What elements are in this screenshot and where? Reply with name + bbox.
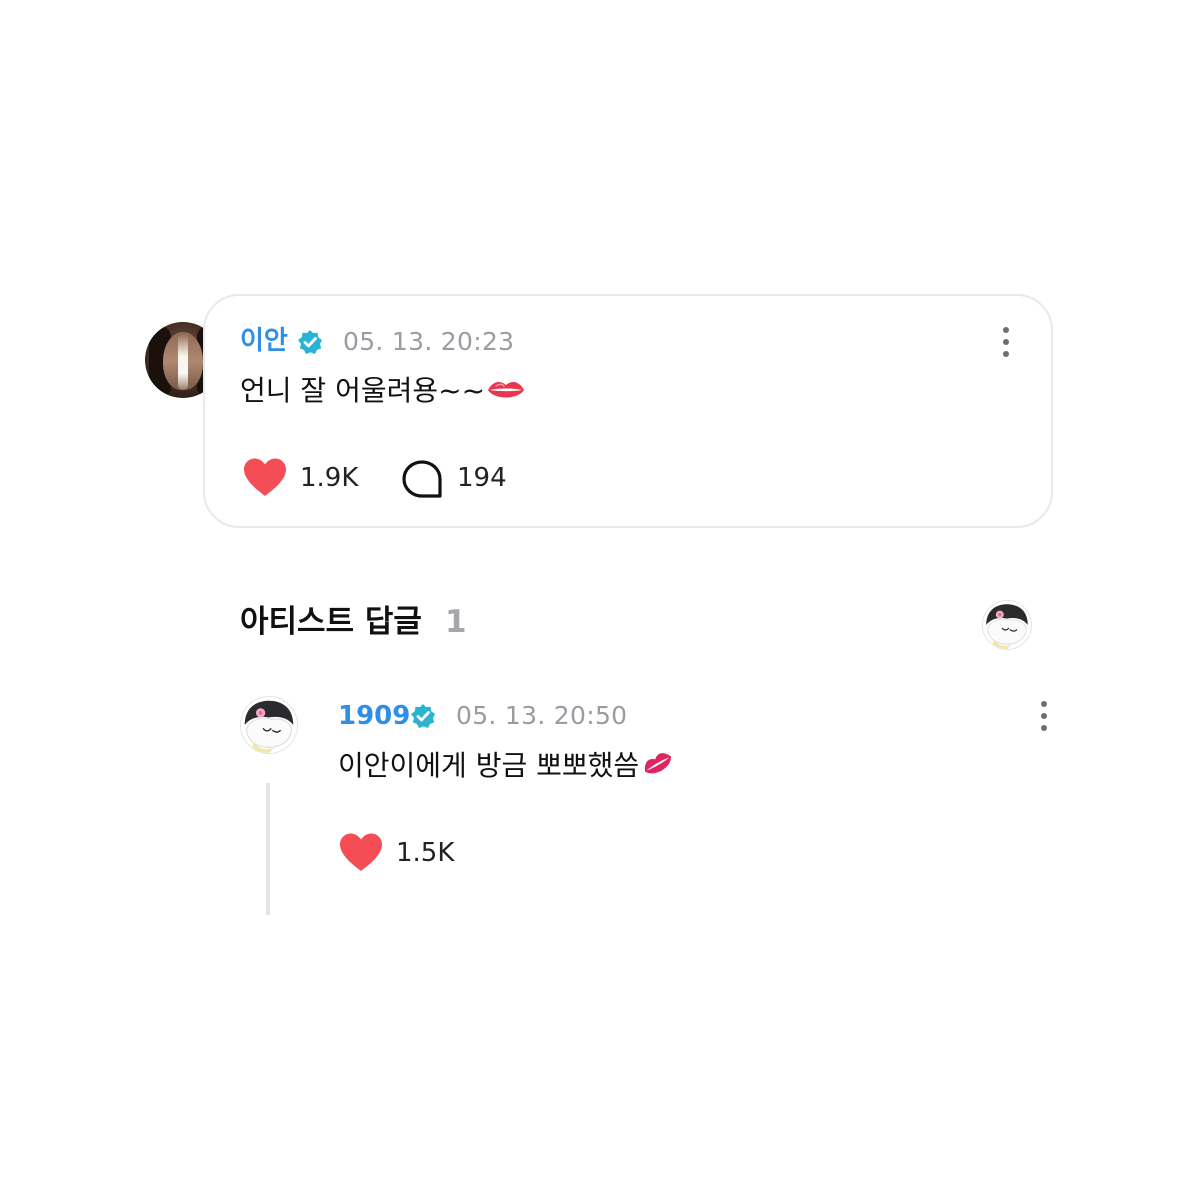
verified-badge-icon	[298, 330, 322, 354]
kiss-mark-emoji-icon	[645, 753, 672, 774]
comment-like-count: 1.9K	[300, 463, 359, 493]
kuromi-character-icon	[983, 601, 1031, 649]
reply-timestamp: 05. 13. 20:50	[456, 701, 628, 730]
kuromi-character-icon	[241, 697, 297, 753]
reply-thread-line	[266, 783, 270, 915]
reply-like-count: 1.5K	[396, 838, 455, 868]
reply-avatar[interactable]	[240, 696, 298, 754]
reply-username[interactable]: 1909	[338, 701, 410, 731]
artist-avatar-small[interactable]	[982, 600, 1032, 650]
comment-username[interactable]: 이안	[240, 326, 288, 356]
more-options-icon[interactable]	[1039, 701, 1049, 735]
verified-badge-icon	[411, 704, 435, 728]
artist-replies-count: 1	[445, 604, 467, 640]
lips-emoji-icon	[488, 382, 525, 398]
more-options-icon[interactable]	[1001, 327, 1011, 361]
comment-reply-count: 194	[457, 463, 507, 493]
comment-text: 언니 잘 어울려용~~	[240, 374, 525, 408]
heart-icon[interactable]	[338, 832, 384, 872]
reply-text: 이안이에게 방금 뽀뽀했씀	[338, 749, 675, 783]
comment-timestamp: 05. 13. 20:23	[343, 327, 515, 356]
artist-replies-heading: 아티스트 답글	[240, 604, 422, 640]
heart-icon[interactable]	[242, 457, 288, 497]
speech-bubble-icon[interactable]	[401, 459, 443, 499]
